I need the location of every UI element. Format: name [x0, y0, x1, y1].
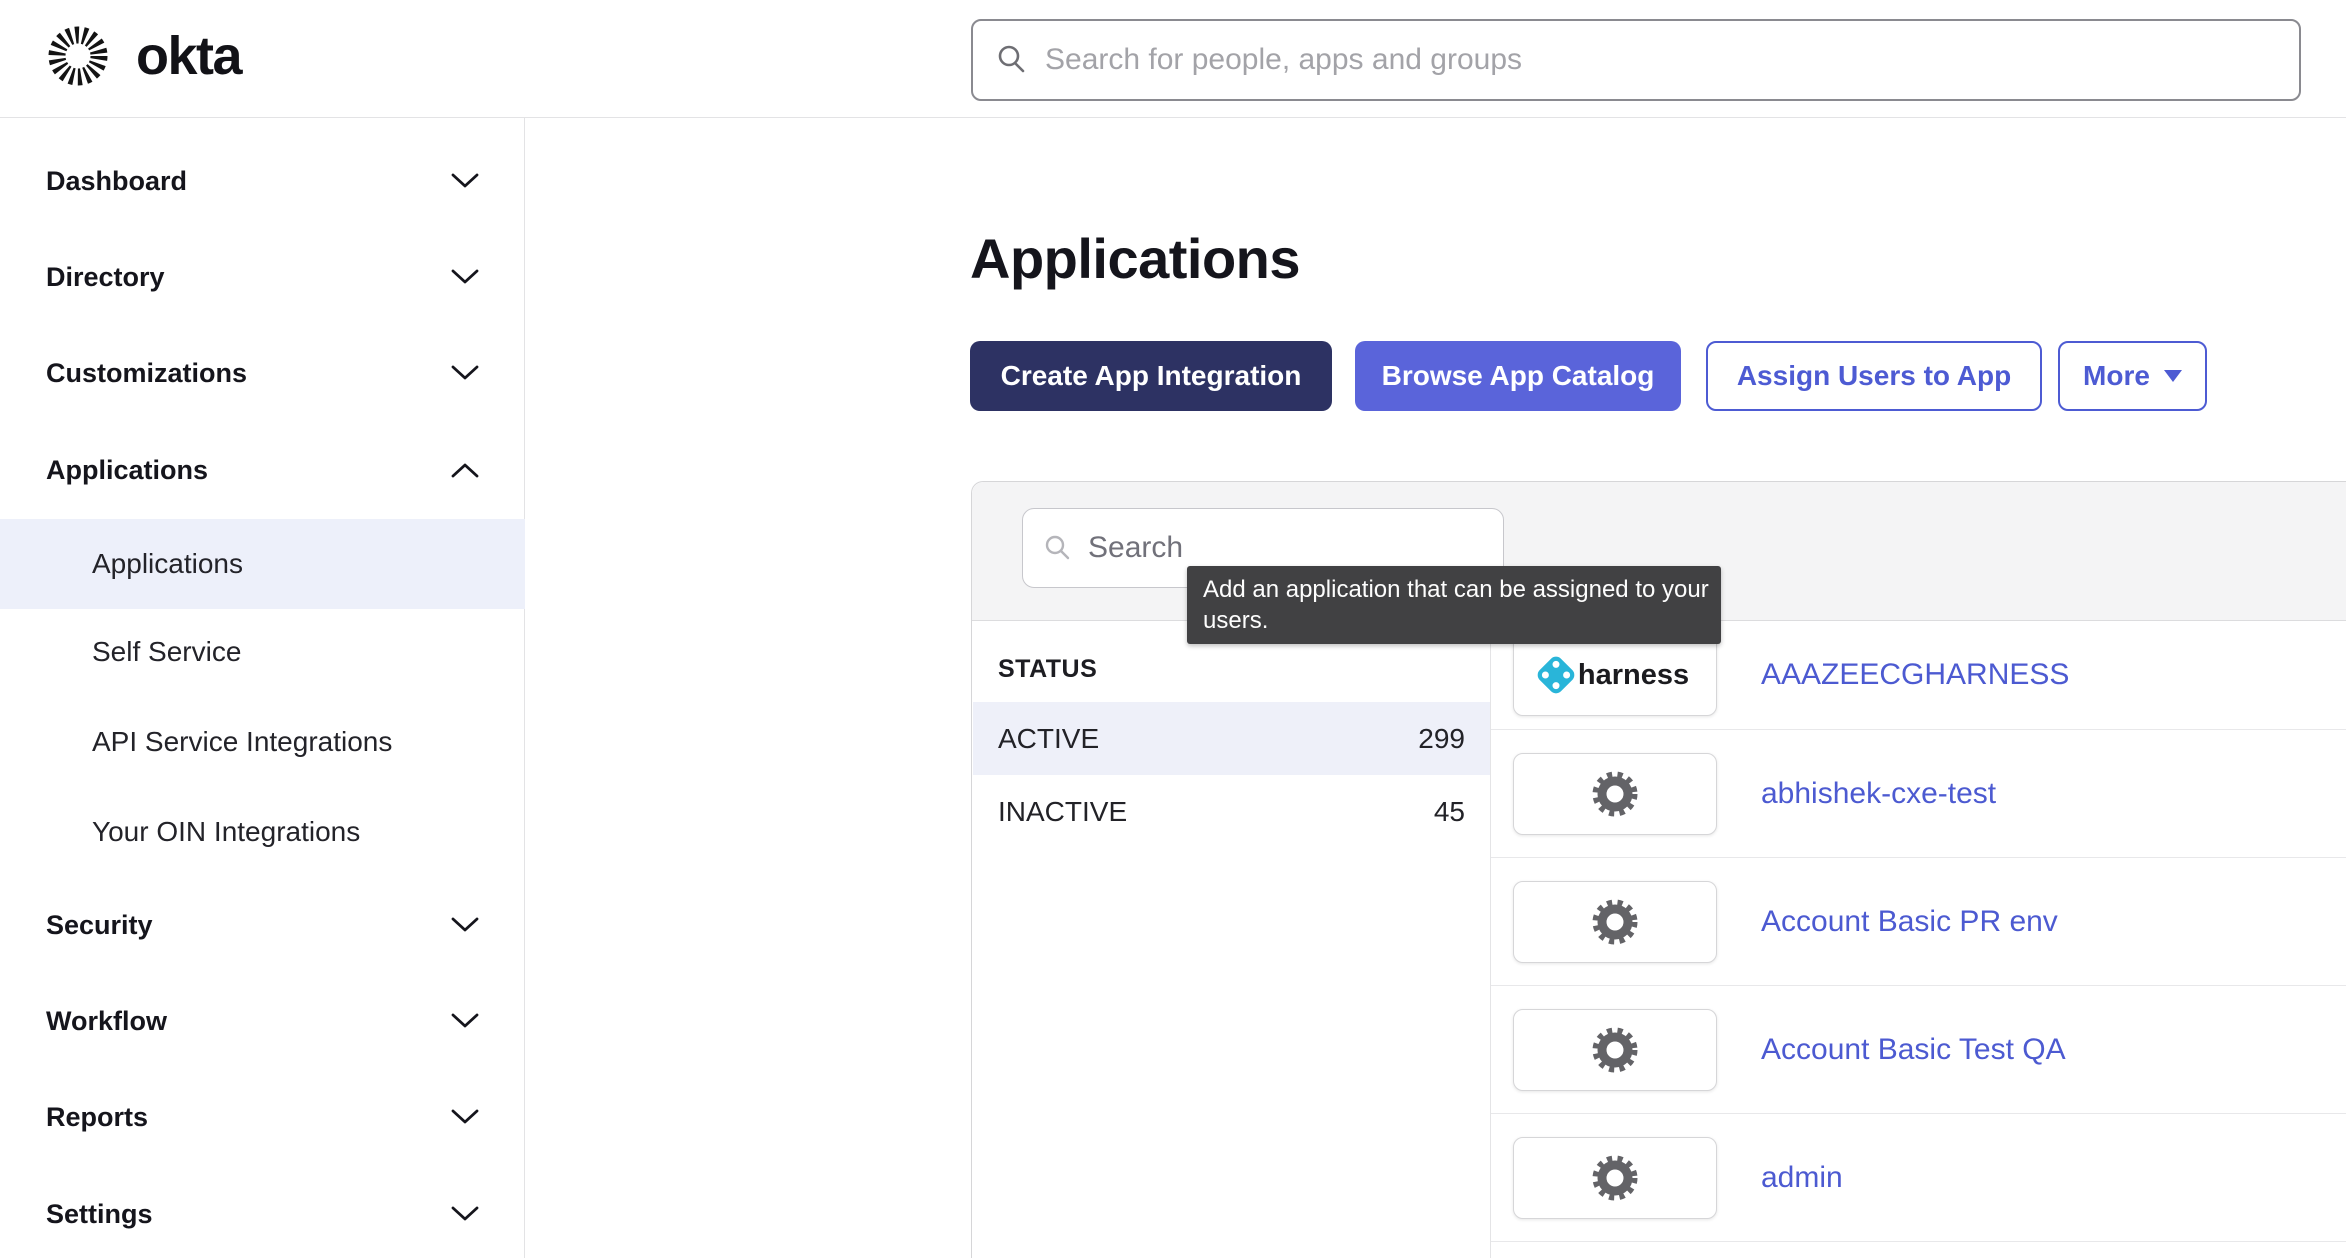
- status-filter-active[interactable]: ACTIVE 299: [973, 702, 1490, 775]
- inactive-count: 45: [1434, 796, 1465, 828]
- app-row: admin: [1491, 1114, 2346, 1242]
- app-row: abhishek-cxe-test: [1491, 730, 2346, 858]
- sidebar-nav: Dashboard Directory Customizations Appli…: [0, 118, 525, 1258]
- tooltip-text-line2: users.: [1203, 605, 1705, 636]
- sidebar-subitem-applications[interactable]: Applications: [0, 519, 525, 609]
- sidebar-item-dashboard[interactable]: Dashboard: [0, 153, 525, 209]
- chevron-down-icon: [450, 1012, 480, 1030]
- app-icon-tile[interactable]: harness: [1513, 634, 1717, 716]
- app-icon-tile[interactable]: [1513, 1009, 1717, 1091]
- search-icon: [995, 43, 1029, 77]
- okta-logo[interactable]: okta: [46, 24, 241, 88]
- app-link[interactable]: admin: [1761, 1161, 1843, 1195]
- apps-search-input[interactable]: [1088, 531, 1483, 565]
- app-link[interactable]: AAAZEECGHARNESS: [1761, 658, 2069, 692]
- tooltip-text-line1: Add an application that can be assigned …: [1203, 574, 1705, 605]
- harness-logo-icon: harness: [1541, 659, 1689, 692]
- chevron-down-icon: [450, 364, 480, 382]
- sidebar-item-security[interactable]: Security: [0, 897, 525, 953]
- app-row: Account Basic Test QA: [1491, 986, 2346, 1114]
- tooltip: Add an application that can be assigned …: [1187, 566, 1721, 644]
- app-link[interactable]: Account Basic Test QA: [1761, 1033, 2066, 1067]
- sidebar-subitem-your-oin-integrations[interactable]: Your OIN Integrations: [0, 787, 525, 877]
- status-filter-header: STATUS: [998, 655, 1097, 684]
- okta-admin-page: okta Dashboard Directory Customizations …: [0, 0, 2346, 1258]
- browse-app-catalog-button[interactable]: Browse App Catalog: [1355, 341, 1681, 411]
- active-count: 299: [1418, 723, 1465, 755]
- global-search-bar[interactable]: [971, 19, 2301, 101]
- app-link[interactable]: Account Basic PR env: [1761, 905, 2058, 939]
- chevron-down-icon: [450, 268, 480, 286]
- app-icon-tile[interactable]: [1513, 1137, 1717, 1219]
- more-dropdown-button[interactable]: More: [2058, 341, 2207, 411]
- top-header: okta: [0, 0, 2346, 118]
- status-filter-inactive[interactable]: INACTIVE 45: [973, 775, 1490, 848]
- gear-icon: [1588, 1023, 1642, 1077]
- create-app-integration-button[interactable]: Create App Integration: [970, 341, 1332, 411]
- search-icon: [1043, 533, 1073, 563]
- sidebar-item-customizations[interactable]: Customizations: [0, 345, 525, 401]
- app-icon-tile[interactable]: [1513, 753, 1717, 835]
- app-icon-tile[interactable]: [1513, 881, 1717, 963]
- assign-users-to-app-button[interactable]: Assign Users to App: [1706, 341, 2042, 411]
- app-row: Account Basic PR env: [1491, 858, 2346, 986]
- gear-icon: [1588, 895, 1642, 949]
- chevron-down-icon: [450, 1205, 480, 1223]
- gear-icon: [1588, 767, 1642, 821]
- sidebar-item-workflow[interactable]: Workflow: [0, 993, 525, 1049]
- sidebar-subitem-api-service-integrations[interactable]: API Service Integrations: [0, 697, 525, 787]
- sidebar-item-directory[interactable]: Directory: [0, 249, 525, 305]
- chevron-down-icon: [450, 172, 480, 190]
- okta-starburst-icon: [46, 24, 110, 88]
- chevron-up-icon: [450, 461, 480, 479]
- sidebar-item-applications[interactable]: Applications: [0, 442, 525, 498]
- okta-wordmark: okta: [136, 25, 241, 87]
- gear-icon: [1588, 1151, 1642, 1205]
- chevron-down-icon: [450, 1108, 480, 1126]
- app-link[interactable]: abhishek-cxe-test: [1761, 777, 1996, 811]
- sidebar-item-settings[interactable]: Settings: [0, 1186, 525, 1242]
- global-search-input[interactable]: [1045, 43, 2277, 77]
- chevron-down-icon: [450, 916, 480, 934]
- page-title: Applications: [970, 226, 1300, 291]
- sidebar-item-reports[interactable]: Reports: [0, 1089, 525, 1145]
- sidebar-subitem-self-service[interactable]: Self Service: [0, 607, 525, 697]
- caret-down-icon: [2164, 370, 2182, 382]
